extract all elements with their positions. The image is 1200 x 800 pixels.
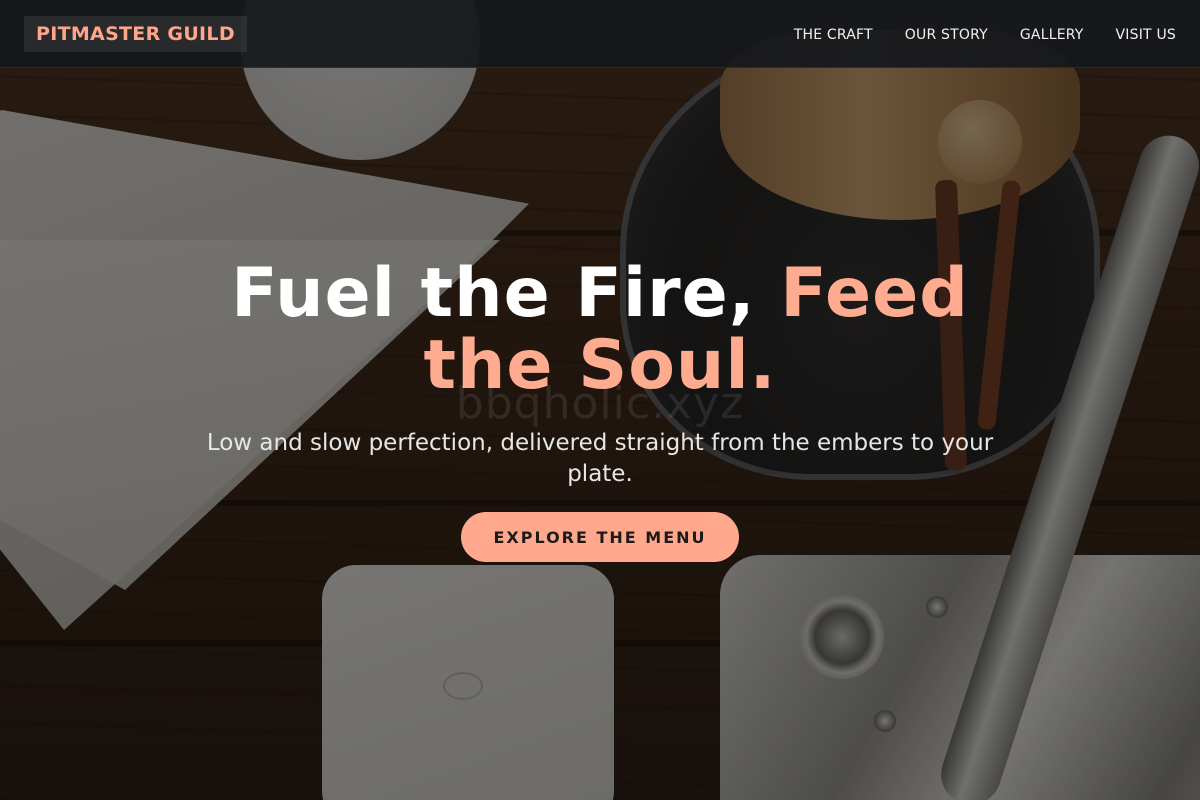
explore-menu-button[interactable]: EXPLORE THE MENU [461, 512, 739, 562]
headline-main: Fuel the Fire, [231, 254, 781, 333]
brand-logo[interactable]: PITMASTER GUILD [24, 15, 247, 52]
nav-link-our-story[interactable]: OUR STORY [905, 27, 988, 43]
hero-section: bbqholic.xyz Fuel the Fire, Feed the Sou… [0, 68, 1200, 800]
nav-menu: THE CRAFT OUR STORY GALLERY VISIT US [794, 24, 1176, 43]
nav-link-the-craft[interactable]: THE CRAFT [794, 27, 873, 43]
nav-item-gallery: GALLERY [1020, 24, 1084, 43]
hero-subtitle: Low and slow perfection, delivered strai… [206, 430, 994, 487]
nav-item-our-story: OUR STORY [905, 24, 988, 43]
hero-headline: Fuel the Fire, Feed the Soul. [190, 258, 1010, 402]
nav-link-gallery[interactable]: GALLERY [1020, 27, 1084, 43]
nav-item-visit-us: VISIT US [1116, 24, 1176, 43]
nav-item-the-craft: THE CRAFT [794, 24, 873, 43]
nav-link-visit-us[interactable]: VISIT US [1116, 27, 1176, 43]
top-navbar: PITMASTER GUILD THE CRAFT OUR STORY GALL… [0, 0, 1200, 68]
